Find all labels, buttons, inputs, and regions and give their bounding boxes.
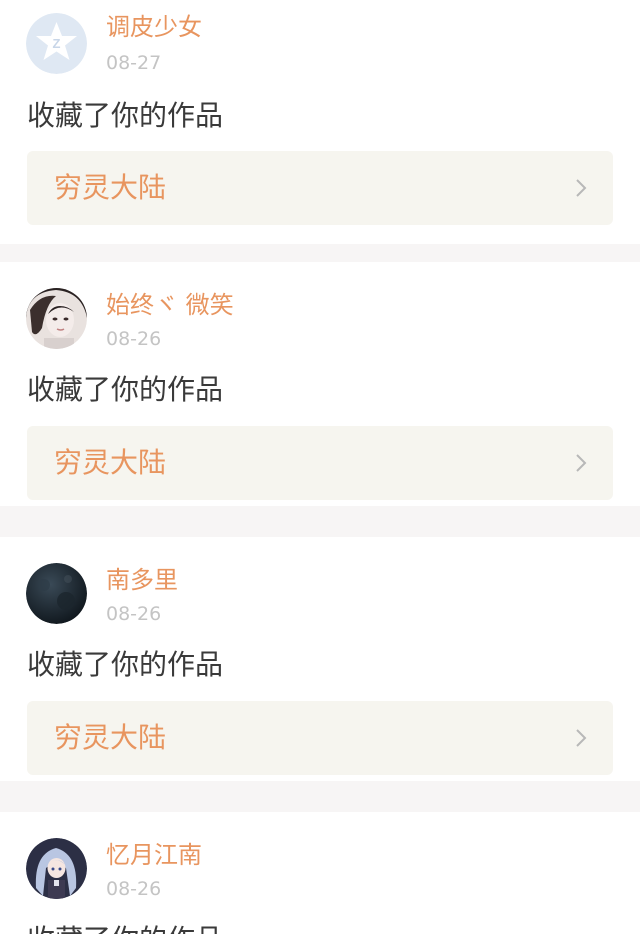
- notification-card: 南多里 08-26 收藏了你的作品 穷灵大陆: [0, 537, 640, 781]
- work-link[interactable]: 穷灵大陆: [27, 426, 613, 500]
- avatar[interactable]: [26, 563, 87, 624]
- dark-texture-avatar-icon: [26, 563, 87, 624]
- avatar[interactable]: [26, 838, 87, 899]
- chevron-right-icon: [575, 728, 587, 748]
- work-link[interactable]: 穷灵大陆: [27, 701, 613, 775]
- user-name[interactable]: 调皮少女: [106, 10, 202, 44]
- default-star-avatar-icon: Z: [26, 13, 87, 74]
- girl-photo-avatar-icon: [26, 288, 87, 349]
- notification-date: 08-26: [106, 328, 162, 350]
- chevron-right-icon: [575, 453, 587, 473]
- notification-card: 忆月江南 08-26 收藏了你的作品: [0, 812, 640, 934]
- work-title: 穷灵大陆: [54, 446, 167, 479]
- anime-girl-avatar-icon: [26, 838, 87, 899]
- svg-text:Z: Z: [53, 36, 61, 51]
- avatar[interactable]: Z: [26, 13, 87, 74]
- notification-date: 08-26: [106, 878, 162, 900]
- avatar[interactable]: [26, 288, 87, 349]
- work-title: 穷灵大陆: [54, 721, 167, 754]
- notification-date: 08-27: [106, 52, 162, 74]
- user-name[interactable]: 南多里: [106, 563, 178, 597]
- notification-date: 08-26: [106, 603, 162, 625]
- notification-feed: Z 调皮少女 08-27 收藏了你的作品 穷灵大陆 始终ヾ 微笑 08-26 收…: [0, 0, 640, 934]
- user-name[interactable]: 始终ヾ 微笑: [106, 288, 234, 322]
- action-text: 收藏了你的作品: [27, 373, 224, 406]
- user-name[interactable]: 忆月江南: [106, 838, 202, 872]
- work-link[interactable]: 穷灵大陆: [27, 151, 613, 225]
- notification-card: 始终ヾ 微笑 08-26 收藏了你的作品 穷灵大陆: [0, 262, 640, 506]
- chevron-right-icon: [575, 178, 587, 198]
- notification-card: Z 调皮少女 08-27 收藏了你的作品 穷灵大陆: [0, 0, 640, 244]
- action-text: 收藏了你的作品: [27, 648, 224, 681]
- action-text: 收藏了你的作品: [27, 920, 223, 934]
- work-title: 穷灵大陆: [54, 171, 167, 204]
- action-text: 收藏了你的作品: [27, 99, 224, 132]
